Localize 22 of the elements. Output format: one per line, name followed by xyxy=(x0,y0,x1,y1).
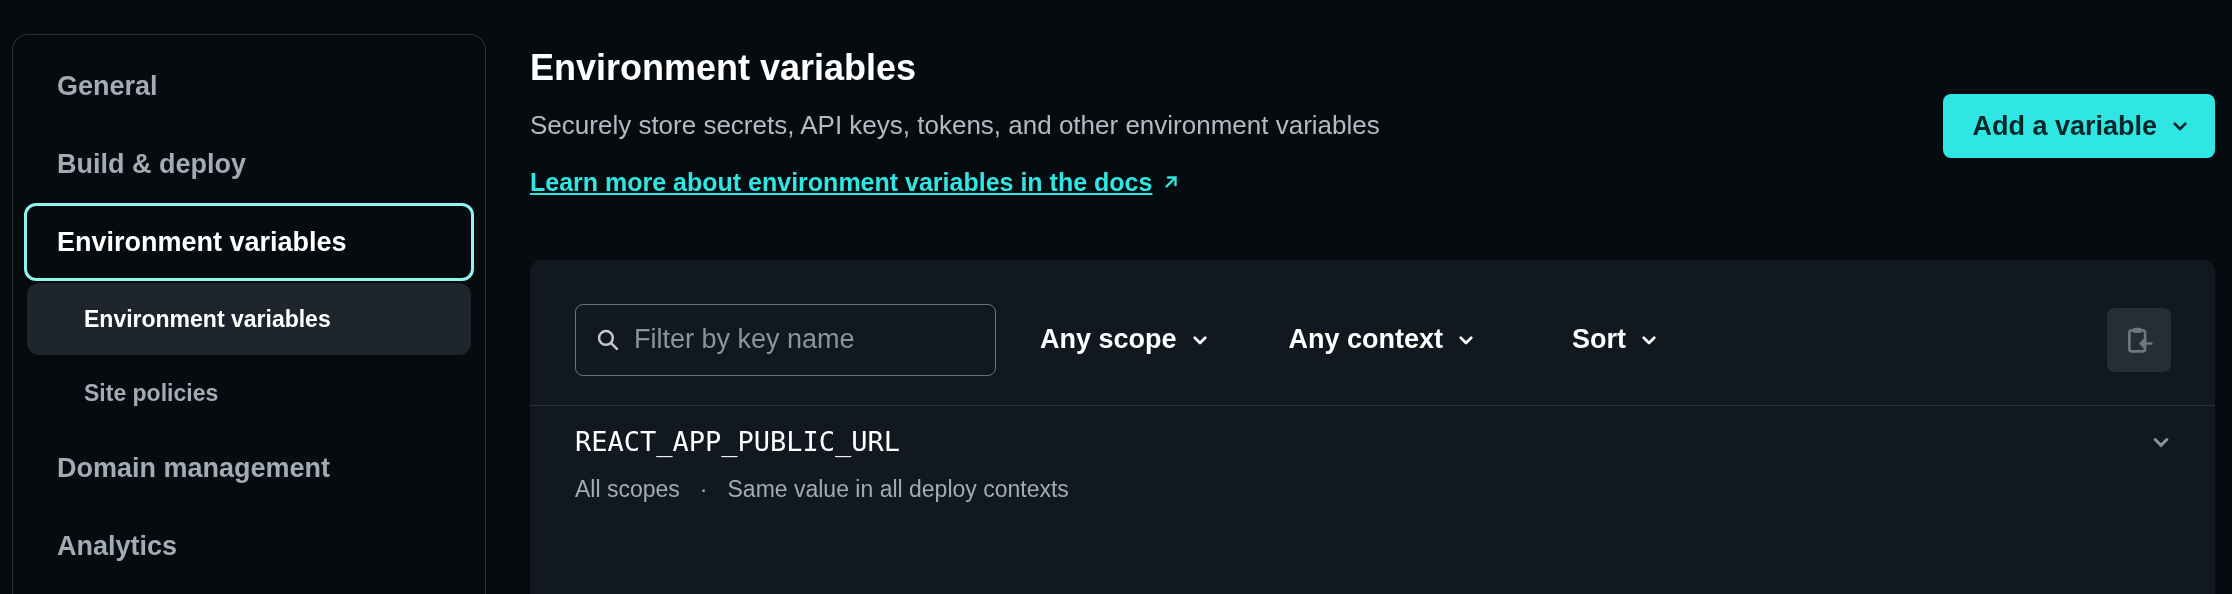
filter-dropdown[interactable]: Any context xyxy=(1288,319,1476,360)
variable-context: Same value in all deploy contexts xyxy=(727,475,1069,504)
import-button[interactable] xyxy=(2107,307,2171,372)
page-title: Environment variables xyxy=(530,46,917,90)
add-variable-button[interactable]: Add a variable xyxy=(1943,94,2215,158)
search-icon xyxy=(597,328,619,351)
search-field[interactable]: Filter by key name xyxy=(575,303,996,376)
sidebar-subitem[interactable]: Site policies xyxy=(27,357,471,429)
variable-key: REACT_APP_PUBLIC_URL xyxy=(575,424,2151,460)
clipboard-icon xyxy=(2125,325,2153,354)
sidebar-item[interactable]: Environment variables xyxy=(24,203,474,281)
variable-scope: All scopes xyxy=(575,475,680,504)
docs-link[interactable]: Learn more about environment variables in the docs xyxy=(530,164,1181,200)
sidebar-subitem[interactable]: Environment variables xyxy=(27,283,471,355)
sidebar-item[interactable]: General xyxy=(24,47,474,125)
filter-dropdown[interactable]: Any scope xyxy=(1040,319,1209,360)
separator-dot: · xyxy=(699,475,708,504)
filter-dropdown[interactable]: Sort xyxy=(1572,319,1659,360)
sidebar-item[interactable]: Domain management xyxy=(24,429,474,507)
page-description: Securely store secrets, API keys, tokens, and other environment variables xyxy=(530,109,1380,142)
sidebar-item[interactable]: Analytics xyxy=(24,507,474,585)
sidebar-item[interactable]: Build & deploy xyxy=(24,125,474,203)
